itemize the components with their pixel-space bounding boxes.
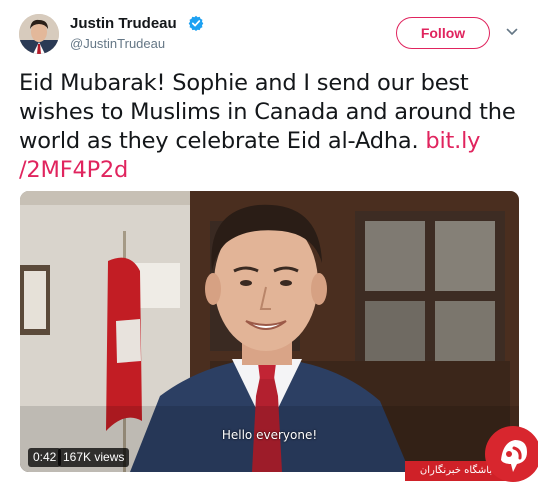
chevron-down-icon[interactable] <box>506 27 518 37</box>
follow-button[interactable]: Follow <box>396 17 490 49</box>
verified-badge-icon <box>188 15 204 31</box>
tweet-text: Eid Mubarak! Sophie and I send our best … <box>19 69 519 185</box>
avatar-image <box>19 14 59 54</box>
video-views-badge: 167K views <box>58 448 130 467</box>
author-name[interactable]: Justin Trudeau <box>70 15 177 33</box>
video-duration-badge: 0:42 <box>28 448 62 467</box>
author-handle[interactable]: @JustinTrudeau <box>70 36 165 52</box>
watermark-logo-icon <box>485 426 538 482</box>
avatar[interactable] <box>19 14 59 54</box>
watermark: باشگاه خبرنگاران <box>405 426 538 482</box>
